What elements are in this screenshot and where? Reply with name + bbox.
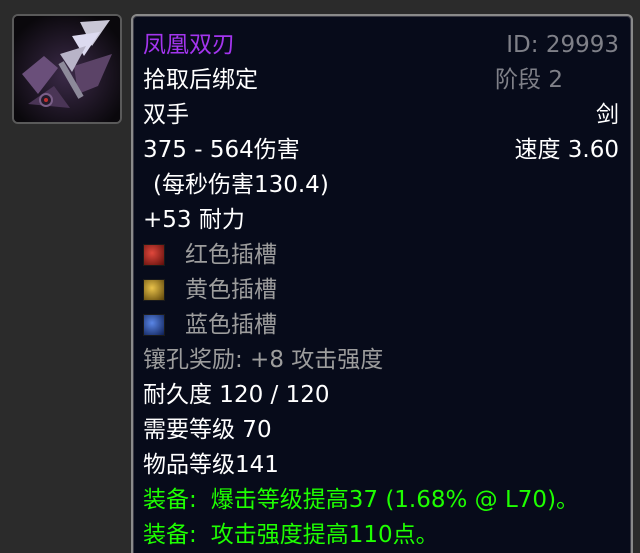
socket-label: 黄色插槽 (185, 277, 277, 303)
socket-row: 蓝色插槽 (143, 308, 619, 342)
tooltip-row-dps: (每秒伤害130.4) (153, 168, 619, 202)
slot-text: 双手 (143, 102, 189, 128)
socket-row: 黄色插槽 (143, 273, 619, 307)
binding-text: 拾取后绑定 (143, 67, 258, 93)
item-name: 凤凰双刃 (143, 32, 235, 58)
tooltip-row-binding: 拾取后绑定 阶段 2 (143, 63, 619, 97)
socket-label: 红色插槽 (185, 242, 277, 268)
phase-text: 阶段 2 (495, 67, 563, 93)
tooltip-row-item-level: 物品等级141 (143, 448, 619, 482)
equip-text: 攻击强度提高110点。 (210, 522, 439, 548)
damage-text: 375 - 564伤害 (143, 137, 300, 163)
speed-text: 速度 3.60 (514, 137, 619, 163)
yellow-socket-icon (143, 279, 165, 301)
tooltip-row-header: 凤凰双刃 ID: 29993 (143, 28, 619, 62)
tooltip-row-slot: 双手 剑 (143, 98, 619, 132)
blue-socket-icon (143, 314, 165, 336)
tooltip-row-required-level: 需要等级 70 (143, 413, 619, 447)
dps-text: (每秒伤害130.4) (153, 172, 329, 198)
socket-label: 蓝色插槽 (185, 312, 277, 338)
red-socket-icon (143, 244, 165, 266)
item-id: ID: 29993 (506, 32, 619, 58)
durability-text: 耐久度 120 / 120 (143, 382, 330, 408)
equip-text: 爆击等级提高37 (1.68% @ L70)。 (210, 487, 580, 513)
phoenix-blade-icon[interactable] (12, 14, 122, 124)
weapon-type-text: 剑 (596, 102, 619, 128)
tooltip-row-socket-bonus: 镶孔奖励: +8 攻击强度 (143, 343, 619, 377)
tooltip-row-damage: 375 - 564伤害 速度 3.60 (143, 133, 619, 167)
required-level-text: 需要等级 70 (143, 417, 272, 443)
tooltip-row-stamina: +53 耐力 (143, 203, 619, 237)
equip-prefix: 装备: (143, 487, 197, 513)
stamina-stat: +53 耐力 (143, 207, 245, 233)
equip-prefix: 装备: (143, 522, 197, 548)
tooltip-row-durability: 耐久度 120 / 120 (143, 378, 619, 412)
equip-effect-attack-power: 装备: 攻击强度提高110点。 (143, 518, 619, 552)
item-tooltip-screen: 凤凰双刃 ID: 29993 拾取后绑定 阶段 2 双手 剑 375 - 564… (0, 0, 640, 553)
item-icon-art (14, 16, 120, 122)
socket-row: 红色插槽 (143, 238, 619, 272)
item-tooltip: 凤凰双刃 ID: 29993 拾取后绑定 阶段 2 双手 剑 375 - 564… (131, 14, 633, 553)
item-level-text: 物品等级141 (143, 452, 279, 478)
socket-bonus: 镶孔奖励: +8 攻击强度 (143, 347, 384, 373)
equip-effect-crit: 装备: 爆击等级提高37 (1.68% @ L70)。 (143, 483, 619, 517)
